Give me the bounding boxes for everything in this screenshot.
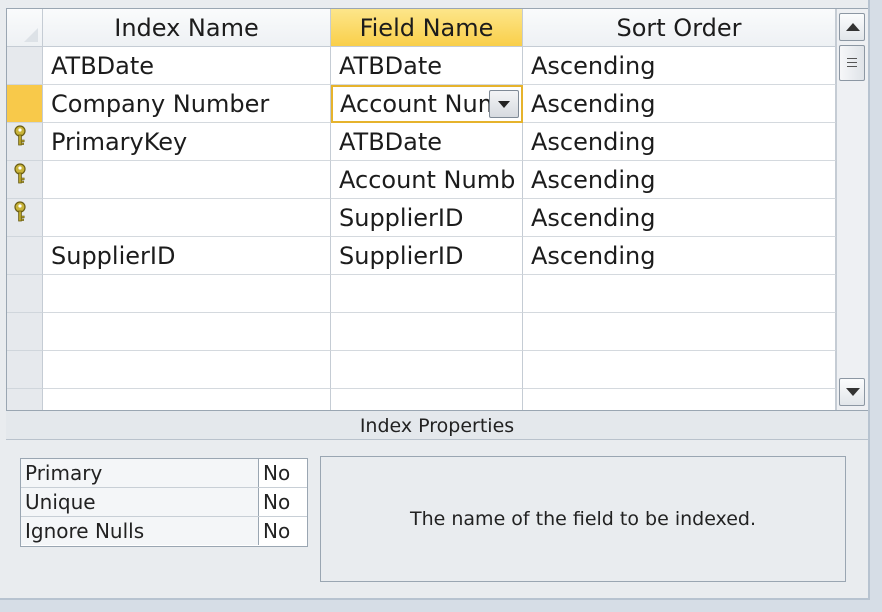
property-value[interactable]: No [263,517,290,546]
index-row[interactable] [7,275,836,313]
property-label: Primary [21,459,259,487]
field-name-cell[interactable] [331,275,523,313]
field-name-cell[interactable] [331,313,523,351]
vertical-scrollbar[interactable] [836,9,868,410]
row-selector[interactable] [7,123,43,161]
sort-order-cell[interactable] [523,351,836,389]
sort-order-cell[interactable]: Ascending [523,47,836,85]
header-index-name[interactable]: Index Name [43,9,331,47]
field-name-value[interactable]: Account Num [340,87,490,121]
row-selector[interactable] [7,85,43,123]
index-row[interactable] [7,313,836,351]
index-row[interactable] [7,351,836,389]
field-name-cell[interactable]: SupplierID [331,237,523,275]
field-name-cell[interactable]: Account Numb [331,161,523,199]
thumb-grip-line [847,66,857,67]
chevron-down-icon[interactable] [489,90,519,118]
sort-order-cell[interactable]: Ascending [523,237,836,275]
property-value[interactable]: No [263,459,290,488]
property-value[interactable]: No [263,488,290,517]
key-icon [13,125,27,147]
row-selector[interactable] [7,199,43,237]
property-row: Primary No [21,459,307,488]
sort-order-cell[interactable]: Ascending [523,85,836,123]
index-name-cell[interactable] [43,161,331,199]
index-row[interactable]: Company Number Account Num Ascending [7,85,836,123]
index-name-cell[interactable] [43,275,331,313]
field-name-cell[interactable]: SupplierID [331,199,523,237]
index-name-cell[interactable] [43,389,331,410]
row-selector[interactable] [7,275,43,313]
property-row: Ignore Nulls No [21,517,307,546]
sort-order-cell[interactable]: Ascending [523,199,836,237]
index-row[interactable]: ATBDate ATBDate Ascending [7,47,836,85]
header-sort-order[interactable]: Sort Order [523,9,836,47]
indexes-window: Index Name Field Name Sort Order ATBDate… [0,0,870,600]
sort-order-cell[interactable] [523,313,836,351]
index-row[interactable] [7,389,836,410]
row-selector[interactable] [7,47,43,85]
row-selector[interactable] [7,161,43,199]
scroll-up-button[interactable] [839,13,865,41]
thumb-grip-line [847,58,857,59]
sort-order-cell[interactable] [523,275,836,313]
row-selector[interactable] [7,351,43,389]
key-icon [13,201,27,223]
row-selector[interactable] [7,389,43,410]
grid-header: Index Name Field Name Sort Order [7,9,836,47]
index-name-cell[interactable] [43,313,331,351]
sort-order-cell[interactable]: Ascending [523,123,836,161]
index-row[interactable]: SupplierID Ascending [7,199,836,237]
indexes-grid: Index Name Field Name Sort Order ATBDate… [6,8,868,410]
row-selector[interactable] [7,313,43,351]
index-name-cell[interactable]: SupplierID [43,237,331,275]
index-name-cell[interactable]: PrimaryKey [43,123,331,161]
sort-order-cell[interactable] [523,389,836,410]
select-all-corner[interactable] [7,9,43,47]
index-properties-table: Primary No Unique No Ignore Nulls No [20,458,308,547]
index-name-cell[interactable]: Company Number [43,85,331,123]
index-row[interactable]: PrimaryKey ATBDate Ascending [7,123,836,161]
thumb-grip-line [847,62,857,63]
index-row[interactable]: Account Numb Ascending [7,161,836,199]
scroll-down-button[interactable] [839,378,865,406]
field-name-cell[interactable] [331,389,523,410]
header-field-name[interactable]: Field Name [331,9,523,47]
index-properties-title: Index Properties [6,410,868,440]
row-selector[interactable] [7,237,43,275]
property-row: Unique No [21,488,307,517]
key-icon [13,163,27,185]
index-name-cell[interactable]: ATBDate [43,47,331,85]
field-name-cell[interactable] [331,351,523,389]
index-row[interactable]: SupplierID SupplierID Ascending [7,237,836,275]
field-name-cell[interactable]: ATBDate [331,47,523,85]
property-label: Unique [21,488,259,516]
sort-order-cell[interactable]: Ascending [523,161,836,199]
field-name-cell[interactable]: ATBDate [331,123,523,161]
index-name-cell[interactable] [43,199,331,237]
index-name-cell[interactable] [43,351,331,389]
property-label: Ignore Nulls [21,517,259,545]
property-help-text: The name of the field to be indexed. [320,456,846,582]
scroll-thumb[interactable] [839,45,865,81]
field-name-combo[interactable]: Account Num [331,85,523,123]
